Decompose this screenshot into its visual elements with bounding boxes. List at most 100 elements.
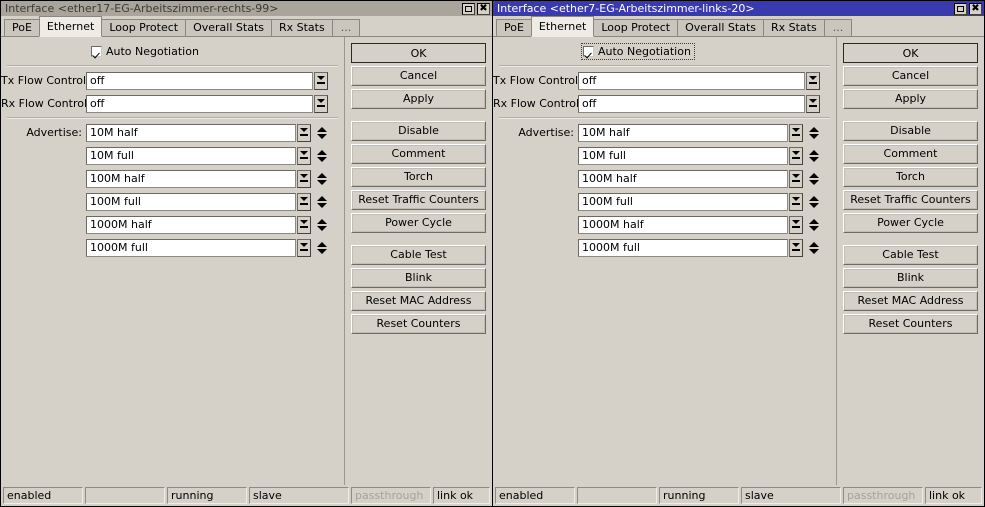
torch-button[interactable]: Torch <box>351 167 486 187</box>
advertise-input[interactable]: 100M half <box>86 169 296 188</box>
cancel-button[interactable]: Cancel <box>843 66 978 86</box>
auto-negotiation-checkbox[interactable]: Auto Negotiation <box>90 44 202 59</box>
cable-test-button[interactable]: Cable Test <box>351 245 486 265</box>
advertise-input[interactable]: 100M full <box>578 192 788 211</box>
tab-poe[interactable]: PoE <box>4 19 40 36</box>
field-input[interactable]: off <box>86 94 313 113</box>
field-input[interactable]: off <box>578 71 805 90</box>
advertise-row: 100M half <box>1 169 344 188</box>
auto-negotiation-checkbox[interactable]: Auto Negotiation <box>581 43 695 60</box>
advertise-input[interactable]: 10M half <box>578 123 788 142</box>
torch-button[interactable]: Torch <box>843 167 978 187</box>
power-cycle-button[interactable]: Power Cycle <box>843 213 978 233</box>
dropdown-arrow-icon[interactable] <box>297 146 311 165</box>
dropdown-arrow-icon[interactable] <box>789 123 803 142</box>
divider <box>499 65 830 67</box>
tab-ethernet[interactable]: Ethernet <box>530 16 595 37</box>
arrow-up-icon <box>808 218 819 224</box>
dropdown-arrow-icon[interactable] <box>789 238 803 257</box>
tab-[interactable]: ... <box>823 19 853 36</box>
updown-spinner-icon[interactable] <box>315 239 328 257</box>
divider <box>7 65 338 67</box>
dropdown-arrow-icon[interactable] <box>297 192 311 211</box>
advertise-input[interactable]: 100M full <box>86 192 296 211</box>
blink-button[interactable]: Blink <box>843 268 978 288</box>
window-right: Interface <ether7-EG-Arbeitszimmer-links… <box>492 0 985 507</box>
dropdown-arrow-icon[interactable] <box>297 215 311 234</box>
reset-counters-button[interactable]: Reset Counters <box>351 314 486 334</box>
updown-spinner-icon[interactable] <box>807 239 820 257</box>
dropdown-arrow-icon[interactable] <box>789 192 803 211</box>
advertise-input[interactable]: 1000M full <box>86 238 296 257</box>
apply-button[interactable]: Apply <box>843 89 978 109</box>
updown-spinner-icon[interactable] <box>807 170 820 188</box>
dropdown-arrow-icon[interactable] <box>789 169 803 188</box>
dropdown-arrow-icon[interactable] <box>806 71 820 90</box>
tab-loop-protect[interactable]: Loop Protect <box>101 19 187 36</box>
form-pane: Auto Negotiation Tx Flow Control off Rx Flo… <box>493 37 837 485</box>
cable-test-button[interactable]: Cable Test <box>843 245 978 265</box>
updown-spinner-icon[interactable] <box>807 147 820 165</box>
close-icon[interactable]: ✖ <box>969 2 982 15</box>
updown-spinner-icon[interactable] <box>315 147 328 165</box>
dropdown-arrow-icon[interactable] <box>314 94 328 113</box>
checkbox-icon[interactable] <box>91 46 102 57</box>
maximize-icon[interactable] <box>954 2 967 15</box>
dropdown-arrow-icon[interactable] <box>789 215 803 234</box>
reset-traffic-counters-button[interactable]: Reset Traffic Counters <box>843 190 978 210</box>
updown-spinner-icon[interactable] <box>807 124 820 142</box>
maximize-icon[interactable] <box>462 2 475 15</box>
status-cell <box>85 487 165 504</box>
tab-ethernet[interactable]: Ethernet <box>38 16 103 37</box>
dropdown-arrow-icon[interactable] <box>297 123 311 142</box>
reset-mac-address-button[interactable]: Reset MAC Address <box>843 291 978 311</box>
updown-spinner-icon[interactable] <box>315 193 328 211</box>
blink-button[interactable]: Blink <box>351 268 486 288</box>
advertise-input[interactable]: 100M half <box>578 169 788 188</box>
tab-strip: PoE Ethernet Loop Protect Overall Stats Rx S… <box>1 16 492 37</box>
advertise-input[interactable]: 10M full <box>578 146 788 165</box>
disable-button[interactable]: Disable <box>351 121 486 141</box>
updown-spinner-icon[interactable] <box>807 193 820 211</box>
advertise-input[interactable]: 10M full <box>86 146 296 165</box>
power-cycle-button[interactable]: Power Cycle <box>351 213 486 233</box>
arrow-up-icon <box>808 241 819 247</box>
reset-counters-button[interactable]: Reset Counters <box>843 314 978 334</box>
advertise-input[interactable]: 1000M half <box>86 215 296 234</box>
dropdown-arrow-icon[interactable] <box>314 71 328 90</box>
dropdown-arrow-icon[interactable] <box>297 238 311 257</box>
dropdown-arrow-icon[interactable] <box>297 169 311 188</box>
updown-spinner-icon[interactable] <box>315 170 328 188</box>
arrow-down-icon <box>808 156 819 162</box>
tab-poe[interactable]: PoE <box>496 19 532 36</box>
field-input[interactable]: off <box>86 71 313 90</box>
advertise-input[interactable]: 10M half <box>86 123 296 142</box>
close-icon[interactable]: ✖ <box>477 2 490 15</box>
ok-button[interactable]: OK <box>843 43 978 63</box>
tab-loop-protect[interactable]: Loop Protect <box>593 19 679 36</box>
cancel-button[interactable]: Cancel <box>351 66 486 86</box>
updown-spinner-icon[interactable] <box>315 216 328 234</box>
apply-button[interactable]: Apply <box>351 89 486 109</box>
comment-button[interactable]: Comment <box>843 144 978 164</box>
dropdown-arrow-icon[interactable] <box>789 146 803 165</box>
tab-rx-stats[interactable]: Rx Stats <box>762 19 825 36</box>
updown-spinner-icon[interactable] <box>807 216 820 234</box>
advertise-row: 100M full <box>493 192 836 211</box>
field-input[interactable]: off <box>578 94 805 113</box>
checkbox-icon[interactable] <box>583 46 594 57</box>
advertise-input[interactable]: 1000M half <box>578 215 788 234</box>
advertise-input[interactable]: 1000M full <box>578 238 788 257</box>
tab-[interactable]: ... <box>331 19 361 36</box>
tab-overall-stats[interactable]: Overall Stats <box>677 19 764 36</box>
reset-traffic-counters-button[interactable]: Reset Traffic Counters <box>351 190 486 210</box>
ok-button[interactable]: OK <box>351 43 486 63</box>
comment-button[interactable]: Comment <box>351 144 486 164</box>
tab-rx-stats[interactable]: Rx Stats <box>270 19 333 36</box>
tab-overall-stats[interactable]: Overall Stats <box>185 19 272 36</box>
updown-spinner-icon[interactable] <box>315 124 328 142</box>
reset-mac-address-button[interactable]: Reset MAC Address <box>351 291 486 311</box>
dropdown-arrow-icon[interactable] <box>806 94 820 113</box>
disable-button[interactable]: Disable <box>843 121 978 141</box>
status-cell: link ok <box>925 487 982 504</box>
